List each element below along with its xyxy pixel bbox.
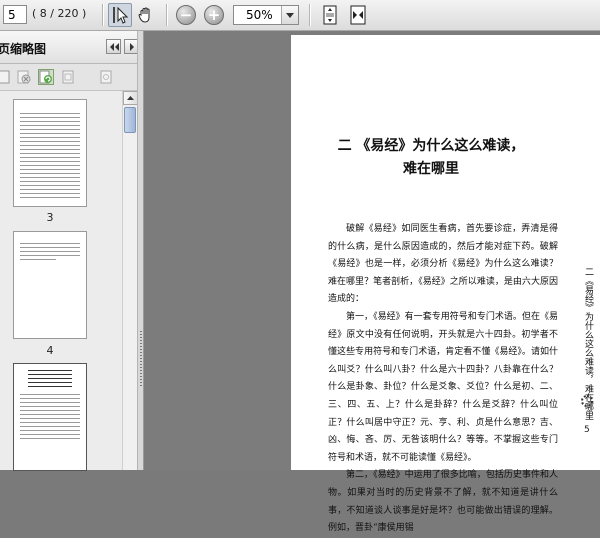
paragraph: 第二，《易经》中运用了很多比喻，包括历史事件和人物。如果对当时的历史背景不了解，… xyxy=(328,470,558,534)
grip-icon xyxy=(140,331,142,386)
zoom-select[interactable]: 50% xyxy=(233,5,299,25)
document-view: 二 《易经》为什么这么难读， 难在哪里 破解《易经》如同医生看病，首先要诊症，弄… xyxy=(144,31,600,533)
delete-page-icon[interactable] xyxy=(16,69,32,85)
toolbar-divider xyxy=(166,4,168,26)
fit-page-icon xyxy=(323,5,337,25)
toolbar: 5 ( 8 / 220 ) − + 50% xyxy=(0,0,600,31)
chapter-heading-line-2: 难在哪里 xyxy=(403,161,459,177)
thumbnail-label: 4 xyxy=(46,344,54,357)
select-tool-button[interactable] xyxy=(108,3,132,27)
zoom-in-icon: + xyxy=(204,5,224,25)
chevron-down-icon[interactable] xyxy=(281,6,298,24)
zoom-value: 50% xyxy=(246,8,273,22)
thumbnail-page-3[interactable] xyxy=(13,99,87,207)
select-tool-icon xyxy=(113,6,128,24)
paragraph: 第一，《易经》有一套专用符号和专门术语。但在《易经》原文中没有任何说明，开头就是… xyxy=(328,311,558,463)
toolbar-divider xyxy=(309,4,311,26)
scroll-up-icon[interactable] xyxy=(123,91,138,105)
panel-splitter[interactable] xyxy=(137,31,144,470)
toolbar-divider xyxy=(102,4,104,26)
panel-prev-button[interactable] xyxy=(106,39,121,54)
hand-tool-button[interactable] xyxy=(134,3,158,27)
page-settings-icon[interactable] xyxy=(98,69,114,85)
thumbnail-page-4[interactable] xyxy=(13,231,87,339)
document-page: 二 《易经》为什么这么难读， 难在哪里 破解《易经》如同医生看病，首先要诊症，弄… xyxy=(291,35,600,533)
fit-width-icon xyxy=(350,5,366,25)
page-number-input[interactable]: 5 xyxy=(3,5,27,24)
chevron-right-icon xyxy=(129,42,134,51)
body-text: 破解《易经》如同医生看病，首先要诊症，弄清是得的什么病，是什么原因造成的，然后才… xyxy=(328,221,558,538)
page-number: 5 xyxy=(584,425,590,435)
page-options-icon[interactable] xyxy=(60,69,76,85)
double-chevron-left-icon xyxy=(109,42,119,51)
panel-header: 页缩略图 xyxy=(0,31,144,64)
zoom-in-button[interactable]: + xyxy=(202,3,226,27)
page-count-label: ( 8 / 220 ) xyxy=(32,7,87,20)
fit-page-button[interactable] xyxy=(318,3,342,27)
scrollbar-thumb[interactable] xyxy=(124,107,136,133)
thumbnail-panel: 页缩略图 3 4 xyxy=(0,31,144,471)
paragraph: 破解《易经》如同医生看病，首先要诊症，弄清是得的什么病，是什么原因造成的，然后才… xyxy=(328,224,558,305)
thumbnail-toolbar xyxy=(0,64,144,91)
thumbnail-list: 3 4 xyxy=(0,91,122,471)
page-icon[interactable] xyxy=(0,69,12,85)
zoom-out-button[interactable]: − xyxy=(174,3,198,27)
rotate-page-icon[interactable] xyxy=(38,69,54,85)
panel-title: 页缩略图 xyxy=(0,42,47,56)
chapter-heading-line-1: 二 《易经》为什么这么难读， xyxy=(337,138,525,154)
ornament-icon xyxy=(581,395,593,407)
zoom-out-icon: − xyxy=(176,5,196,25)
thumbnail-label: 3 xyxy=(46,211,54,224)
thumbnail-scrollbar[interactable] xyxy=(122,91,138,470)
hand-tool-icon xyxy=(138,7,150,23)
fit-width-button[interactable] xyxy=(346,3,370,27)
thumbnail-current-page[interactable] xyxy=(13,363,87,471)
